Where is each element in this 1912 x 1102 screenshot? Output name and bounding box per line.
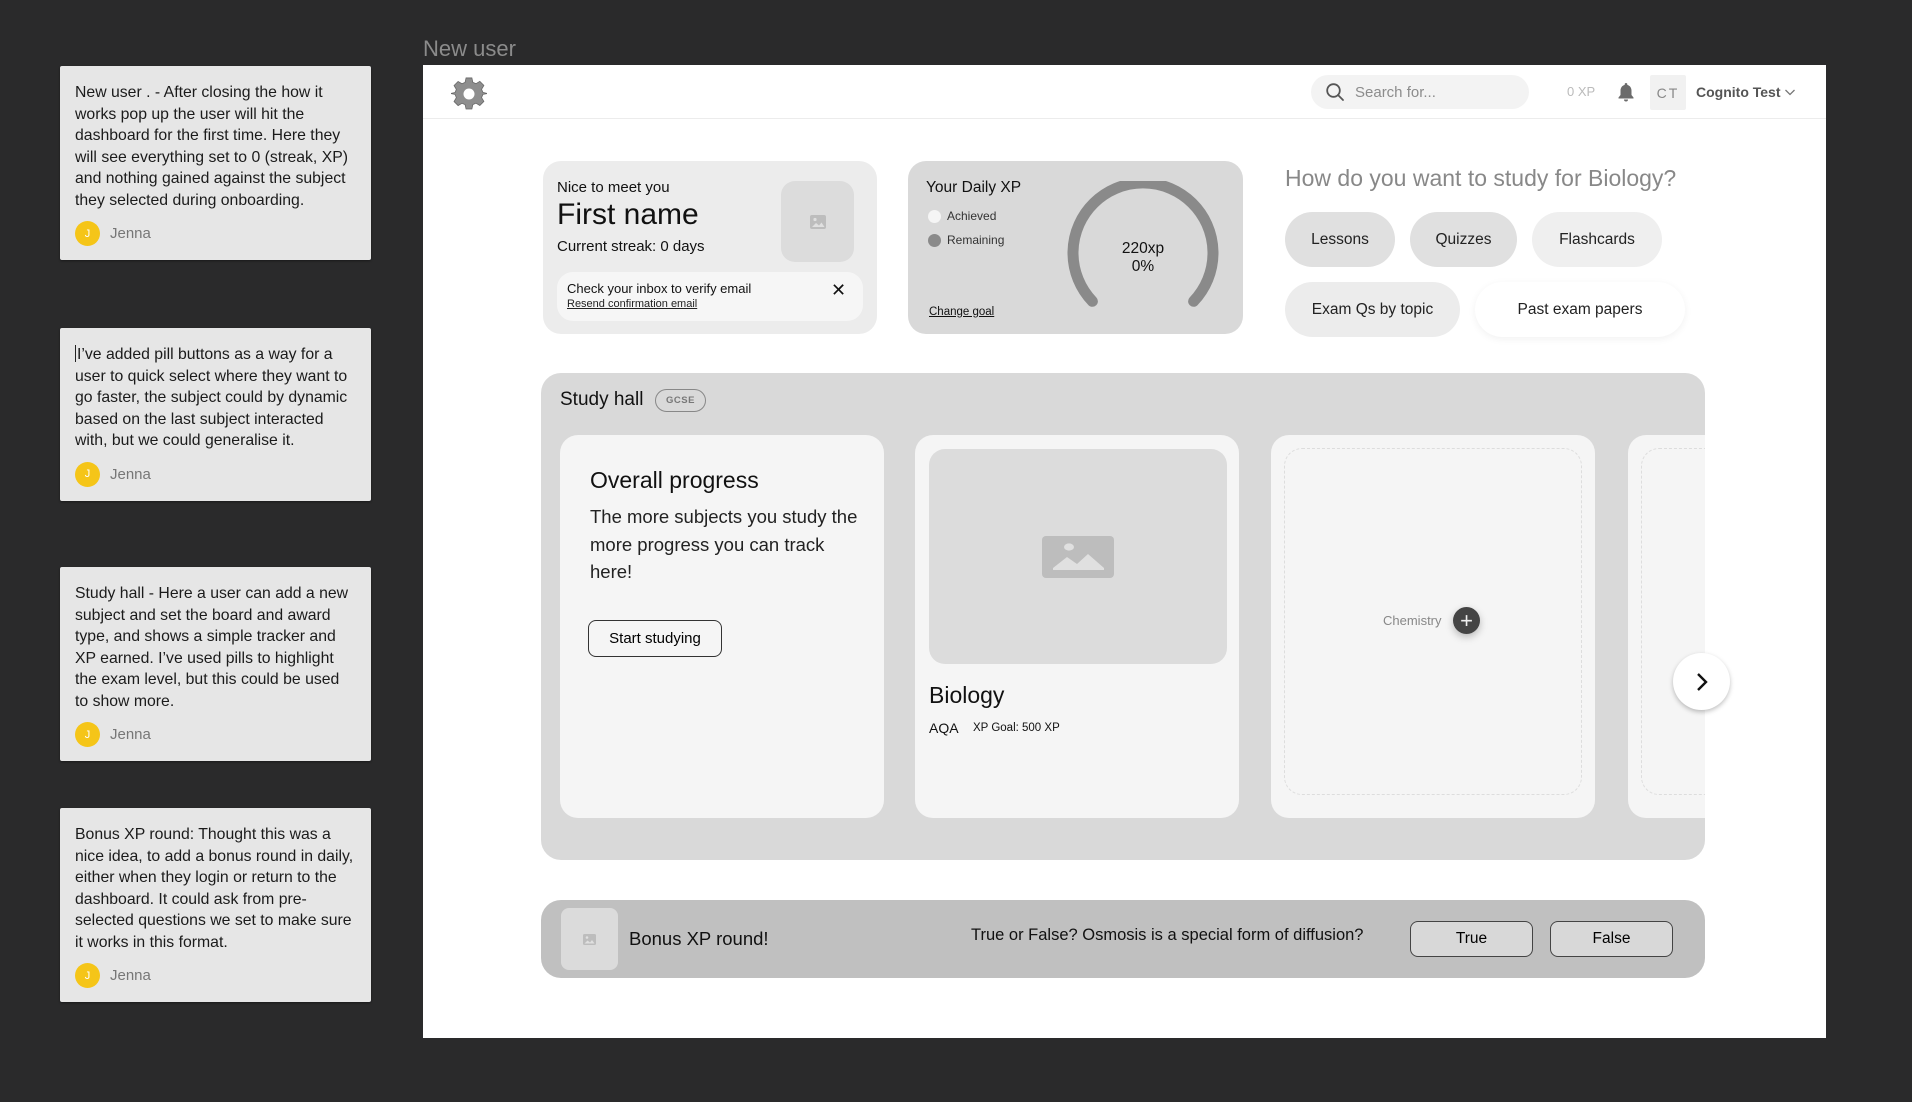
comment-author: J Jenna: [75, 461, 356, 487]
bonus-image-placeholder: [561, 908, 618, 970]
greeting: Nice to meet you: [557, 179, 670, 196]
close-icon[interactable]: ✕: [831, 280, 846, 301]
overall-progress-card: Overall progress The more subjects you s…: [560, 435, 884, 818]
study-options-title: How do you want to study for Biology?: [1285, 165, 1677, 191]
comment-text-content: I’ve added pill buttons as a way for a u…: [75, 346, 348, 449]
chevron-down-icon[interactable]: [1784, 87, 1796, 97]
pill-past-exam-papers[interactable]: Past exam papers: [1475, 282, 1685, 337]
legend-remaining: Remaining: [928, 233, 1004, 247]
xp-count: 0 XP: [1567, 84, 1596, 99]
resend-email-link[interactable]: Resend confirmation email: [567, 298, 697, 310]
search-icon: [1326, 83, 1344, 101]
gauge-percent: 0%: [1131, 258, 1155, 275]
avatar: J: [75, 221, 100, 246]
study-hall: Study hall GCSE Overall progress The mor…: [541, 373, 1705, 860]
comment-text: Study hall - Here a user can add a new s…: [75, 585, 349, 710]
bonus-title: Bonus XP round!: [629, 928, 769, 949]
overall-progress-title: Overall progress: [590, 467, 759, 493]
pill-lessons[interactable]: Lessons: [1285, 212, 1395, 267]
comment-text: New user . - After closing the how it wo…: [75, 84, 349, 209]
legend-label: Remaining: [947, 233, 1005, 247]
profile-image-placeholder[interactable]: [781, 181, 854, 262]
level-badge: GCSE: [655, 389, 706, 412]
comment-author: J Jenna: [75, 963, 356, 988]
bonus-question: True or False? Osmosis is a special form…: [971, 926, 1364, 944]
user-name[interactable]: Cognito Test: [1696, 84, 1781, 100]
pill-flashcards[interactable]: Flashcards: [1532, 212, 1662, 267]
author-name: Jenna: [110, 967, 151, 984]
gauge-xp-value: 220xp: [1121, 240, 1165, 257]
comment-author: J Jenna: [75, 221, 356, 246]
add-subject-label: Chemistry: [1383, 613, 1442, 628]
comment-card[interactable]: New user . - After closing the how it wo…: [60, 66, 371, 260]
author-name: Jenna: [110, 726, 151, 743]
comment-author: J Jenna: [75, 722, 356, 747]
carousel-next-button[interactable]: [1673, 653, 1730, 710]
bonus-xp-round: Bonus XP round! True or False? Osmosis i…: [541, 900, 1705, 978]
chevron-right-icon: [1696, 672, 1708, 691]
false-button[interactable]: False: [1550, 921, 1673, 957]
dashed-outline: [1641, 448, 1705, 795]
start-studying-button[interactable]: Start studying: [588, 620, 722, 657]
image-icon: [1042, 535, 1114, 578]
avatar: J: [75, 722, 100, 747]
comment-card[interactable]: Study hall - Here a user can add a new s…: [60, 567, 371, 761]
streak-count: Current streak: 0 days: [557, 238, 705, 255]
author-name: Jenna: [110, 225, 151, 242]
image-icon: [583, 933, 596, 945]
image-icon: [809, 214, 826, 229]
legend-dot-achieved: [928, 209, 941, 223]
legend-achieved: Achieved: [928, 209, 996, 223]
daily-xp-title: Your Daily XP: [926, 179, 1022, 196]
user-avatar[interactable]: CT: [1650, 75, 1686, 110]
change-goal-link[interactable]: Change goal: [929, 306, 994, 318]
pill-quizzes[interactable]: Quizzes: [1410, 212, 1517, 267]
settings-gear-icon[interactable]: [451, 76, 487, 112]
add-subject-card[interactable]: Chemistry +: [1271, 435, 1595, 818]
dashboard-frame: 0 XP CT Cognito Test Nice to meet you Fi…: [423, 65, 1826, 1038]
avatar: J: [75, 963, 100, 988]
verify-email-banner: Check your inbox to verify email Resend …: [557, 272, 863, 321]
author-name: Jenna: [110, 465, 151, 483]
notification-bell-icon[interactable]: [1617, 82, 1635, 102]
comment-text[interactable]: I’ve added pill buttons as a way for a u…: [75, 344, 356, 452]
legend-dot-remaining: [928, 233, 941, 247]
user-first-name: First name: [557, 198, 699, 231]
text-cursor: [75, 345, 76, 362]
legend-label: Achieved: [947, 209, 997, 223]
study-hall-title: Study hall: [560, 389, 644, 410]
true-button[interactable]: True: [1410, 921, 1533, 957]
add-subject-card-partial[interactable]: [1628, 435, 1705, 818]
subject-name: Biology: [929, 682, 1005, 708]
add-subject-plus-icon[interactable]: +: [1453, 607, 1480, 634]
verify-email-text: Check your inbox to verify email: [567, 281, 752, 296]
exam-board: AQA: [929, 720, 959, 736]
search-input[interactable]: [1355, 83, 1515, 101]
comment-card[interactable]: Bonus XP round: Thought this was a nice …: [60, 808, 371, 1002]
comment-card[interactable]: I’ve added pill buttons as a way for a u…: [60, 328, 371, 501]
pill-exam-qs-by-topic[interactable]: Exam Qs by topic: [1285, 282, 1460, 337]
subject-card-biology[interactable]: Biology AQA XP Goal: 500 XP: [915, 435, 1239, 818]
subject-image-placeholder: [929, 449, 1227, 664]
overall-progress-body: The more subjects you study the more pro…: [590, 506, 858, 582]
frame-label: New user: [423, 36, 516, 61]
comment-text: Bonus XP round: Thought this was a nice …: [75, 826, 354, 951]
top-bar: 0 XP CT Cognito Test: [423, 65, 1826, 119]
xp-goal: XP Goal: 500 XP: [973, 722, 1060, 734]
welcome-card: Nice to meet you First name Current stre…: [543, 161, 877, 334]
search-bar[interactable]: [1311, 75, 1529, 109]
avatar: J: [75, 461, 100, 487]
gauge-label: 220xp 0%: [1103, 240, 1183, 276]
daily-xp-card: Your Daily XP Achieved Remaining Change …: [908, 161, 1243, 334]
